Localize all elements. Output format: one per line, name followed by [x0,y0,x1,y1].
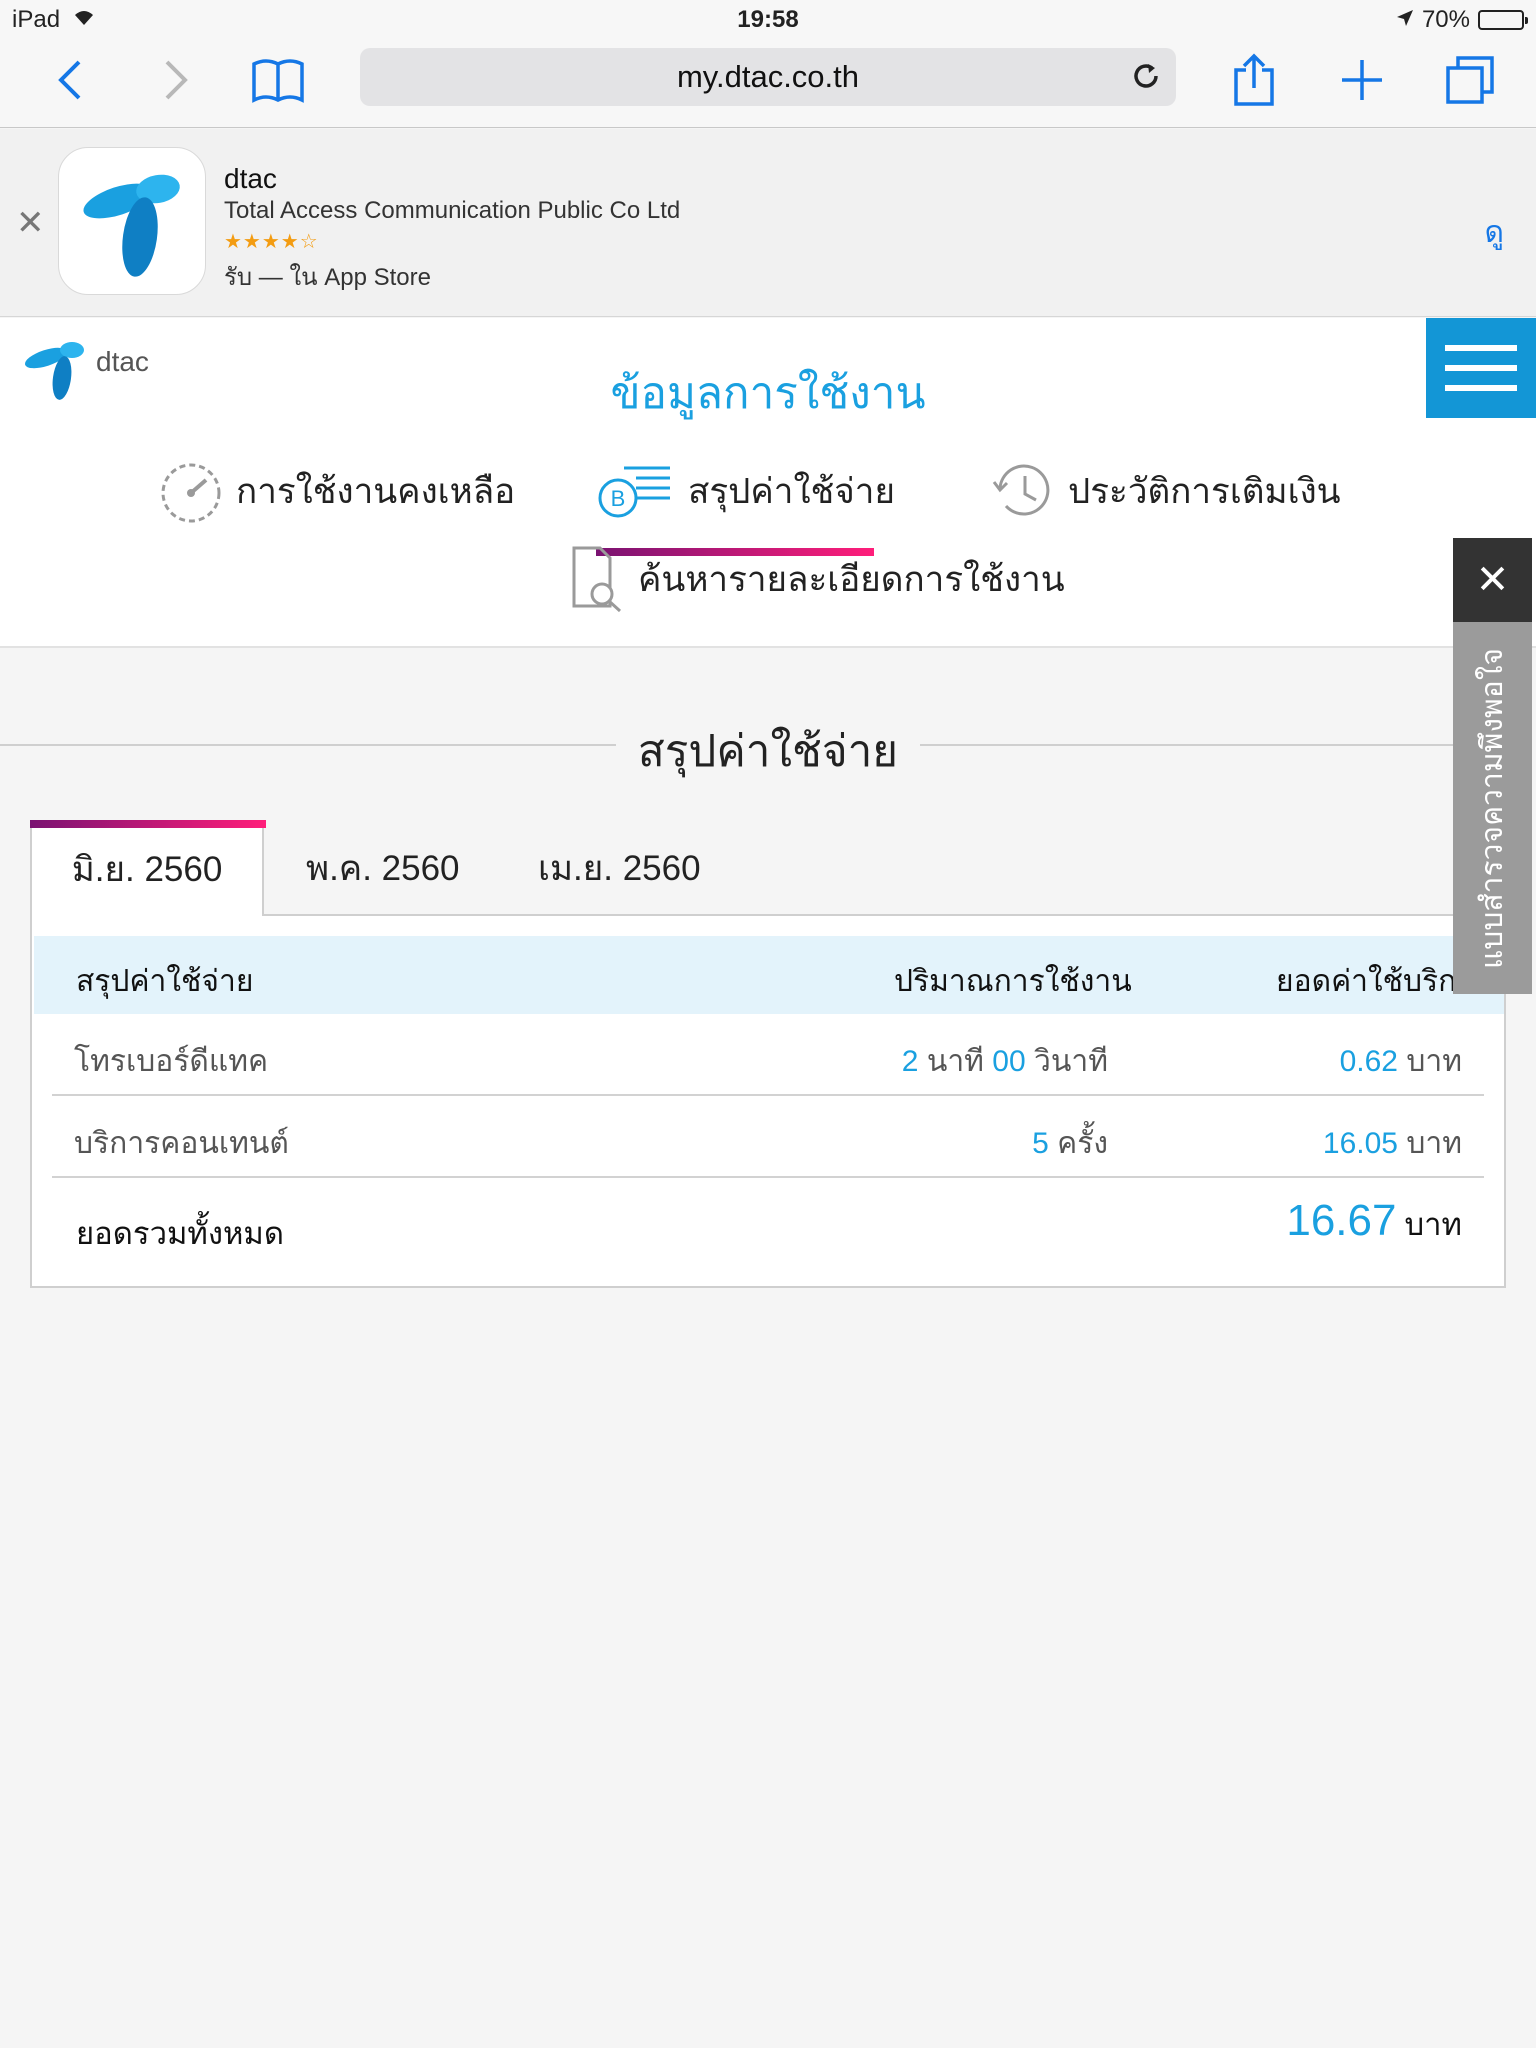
forward-button[interactable] [146,50,206,110]
bookmarks-icon[interactable] [248,50,308,110]
divider [920,744,1460,746]
section-title: สรุปค่าใช้จ่าย [0,710,1536,780]
url-text: my.dtac.co.th [676,59,860,94]
status-bar: iPad 19:58 70% [0,0,1536,40]
tab-april-2560[interactable]: เม.ย. 2560 [538,820,701,916]
total-amount: 16.67 บาท [1286,1196,1462,1245]
feedback-survey-tab[interactable]: แบบสำรวจความพึงพอใจ [1453,622,1532,994]
dtac-app-icon[interactable] [58,147,206,295]
bill-coin-icon: B [598,466,670,518]
row-name: บริการคอนเทนต์ [74,1127,289,1160]
history-clock-icon [992,464,1050,516]
clock: 19:58 [737,6,799,33]
tab-june-2560[interactable]: มิ.ย. 2560 [30,820,266,918]
site-header: dtac ข้อมูลการใช้งาน การใช้งานคงเหลือ B … [0,318,1536,648]
total-label: ยอดรวมทั้งหมด [76,1216,284,1251]
row-cost: 16.05 บาท [1322,1127,1462,1160]
app-company: Total Access Communication Public Co Ltd [224,197,681,224]
nav-topup-history[interactable]: ประวัติการเติมเงิน [990,458,1341,524]
location-arrow-icon [1396,6,1414,34]
section-heading: สรุปค่าใช้จ่าย [637,727,899,776]
tabs-icon[interactable] [1440,50,1500,110]
nav-remaining-usage[interactable]: การใช้งานคงเหลือ [158,458,515,524]
url-bar[interactable]: my.dtac.co.th [360,48,1176,106]
row-name: โทรเบอร์ดีแทค [74,1045,269,1078]
nav-label: ประวัติการเติมเงิน [1068,471,1341,511]
share-icon[interactable] [1224,50,1284,110]
column-header-usage: ปริมาณการใช้งาน [894,965,1132,998]
expense-summary-table: สรุปค่าใช้จ่าย ปริมาณการใช้งาน ยอดค่าใช้… [30,916,1506,1288]
app-name: dtac [224,163,277,194]
speedometer-icon [161,463,221,523]
battery-icon [1478,10,1528,30]
nav-label: ค้นหารายละเอียดการใช้งาน [638,559,1065,599]
battery-percent: 70% [1421,6,1470,33]
page-title: ข้อมูลการใช้งาน [610,369,926,418]
close-icon[interactable]: ✕ [16,203,45,243]
nav-usage-search[interactable]: ค้นหารายละเอียดการใช้งาน [570,544,1065,614]
tab-may-2560[interactable]: พ.ค. 2560 [306,820,460,916]
feedback-close-button[interactable]: ✕ [1453,538,1532,622]
rating-stars: ★★★★☆ [224,231,319,253]
view-button[interactable]: ดู [1485,209,1504,256]
row-usage: 2 นาที 00 วินาที [901,1045,1108,1078]
column-header-summary: สรุปค่าใช้จ่าย [76,965,254,998]
nav-label: สรุปค่าใช้จ่าย [688,471,895,511]
document-search-icon [572,546,622,613]
month-tabs: มิ.ย. 2560 พ.ค. 2560 เม.ย. 2560 [30,820,1506,918]
table-header: สรุปค่าใช้จ่าย ปริมาณการใช้งาน ยอดค่าใช้… [34,936,1504,1014]
feedback-label: แบบสำรวจความพึงพอใจ [1476,647,1509,969]
menu-icon[interactable] [1426,318,1536,418]
table-row: บริการคอนเทนต์ 5 ครั้ง 16.05 บาท [52,1096,1484,1178]
nav-label: การใช้งานคงเหลือ [236,471,516,511]
row-usage: 5 ครั้ง [1032,1127,1108,1160]
browser-toolbar: my.dtac.co.th [0,40,1536,128]
row-cost: 0.62 บาท [1339,1045,1462,1078]
total-row: ยอดรวมทั้งหมด 16.67 บาท [52,1178,1484,1270]
back-button[interactable] [40,50,100,110]
app-store-banner: ✕ dtac Total Access Communication Public… [0,129,1536,317]
new-tab-icon[interactable] [1332,50,1392,110]
svg-text:B: B [611,486,626,511]
nav-expense-summary[interactable]: B สรุปค่าใช้จ่าย [596,458,895,524]
app-store-text: รับ — ใน App Store [224,264,431,291]
table-row: โทรเบอร์ดีแทค 2 นาที 00 วินาที 0.62 บาท [52,1014,1484,1096]
reload-icon[interactable] [1130,60,1162,100]
